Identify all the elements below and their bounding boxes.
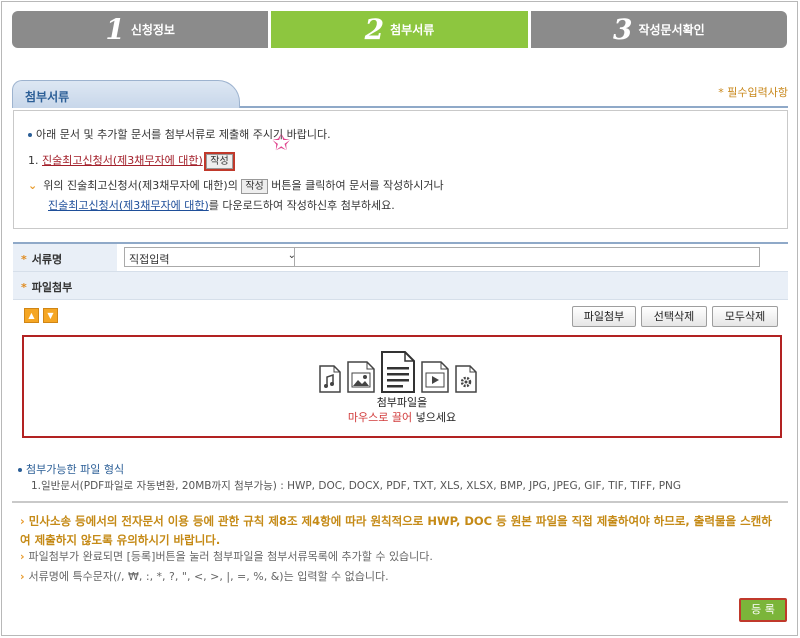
- info-box: 아래 문서 및 추가할 문서를 첨부서류로 제출해 주시기 바랍니다. 1. 진…: [13, 110, 788, 229]
- step-2-number: 2: [364, 13, 385, 46]
- item-prefix: 1.: [28, 154, 39, 167]
- note-2: › 서류명에 특수문자(/, ₩, :, *, ?, ", <, >, |, =,…: [20, 568, 389, 584]
- bullet-icon: [18, 468, 22, 472]
- guide-line-1: ⌄ 위의 진술최고신청서(제3채무자에 대한)의 작성 버튼을 클릭하여 문서를 …: [28, 177, 444, 194]
- file-attach-button[interactable]: 파일첨부: [572, 306, 636, 327]
- divider: [12, 501, 788, 503]
- note-1: › 파일첨부가 완료되면 [등록]버튼을 눌러 첨부파일을 첨부서류목록에 추가할…: [20, 548, 433, 564]
- formats-list: 1.일반문서(PDF파일로 자동변환, 20MB까지 첨부가능) : HWP, …: [31, 480, 682, 492]
- chevron-right-icon: ›: [20, 514, 25, 528]
- image-file-icon: [347, 361, 375, 393]
- star-icon: ✩: [272, 131, 291, 156]
- audio-file-icon: [319, 365, 341, 393]
- warning-note-text: 민사소송 등에서의 전자문서 이용 등에 관한 규칙 제8조 제4항에 따라 원…: [20, 514, 772, 547]
- note-2-text: 서류명에 특수문자(/, ₩, :, *, ?, ", <, >, |, =, …: [28, 570, 389, 583]
- doc-name-label: * 서류명: [13, 244, 117, 271]
- delete-selected-button[interactable]: 선택삭제: [641, 306, 707, 327]
- section-header: 첨부서류 * 필수입력사항: [12, 80, 788, 108]
- section-tab: 첨부서류: [12, 80, 240, 108]
- move-down-button[interactable]: ▼: [43, 308, 58, 323]
- doc-name-input[interactable]: [294, 247, 760, 267]
- move-up-button[interactable]: ▲: [24, 308, 39, 323]
- download-link[interactable]: 진술최고신청서(제3채무자에 대한): [48, 199, 209, 212]
- write-button-inline: 작성: [241, 179, 268, 194]
- step-3-label: 작성문서확인: [638, 23, 705, 37]
- drop-hint-line1: 첨부파일을: [376, 396, 428, 409]
- bullet-icon: [28, 133, 32, 137]
- guide-text-a: 위의 진술최고신청서(제3채무자에 대한)의: [43, 179, 238, 192]
- step-3-number: 3: [612, 13, 633, 46]
- drop-hint-line2: 마우스로 끌어 넣으세요: [24, 409, 780, 425]
- step-indicator: 1 신청정보 2 첨부서류 3 작성문서확인: [12, 11, 787, 48]
- required-note: * 필수입력사항: [718, 86, 788, 99]
- doc-name-row: * 서류명 직접입력 ⌄: [13, 244, 788, 272]
- file-drop-zone[interactable]: 첨부파일을 마우스로 끌어 넣으세요: [22, 335, 782, 438]
- guide-text-c: 를 다운로드하여 작성하신후 첨부하세요.: [208, 199, 395, 212]
- document-file-icon: [381, 351, 415, 393]
- doc-name-select[interactable]: 직접입력 ⌄: [124, 247, 302, 267]
- delete-all-button[interactable]: 모두삭제: [712, 306, 778, 327]
- guide-line-2: 진술최고신청서(제3채무자에 대한)를 다운로드하여 작성하신후 첨부하세요.: [48, 197, 395, 213]
- drop-hint-emphasis: 마우스로 끌어: [347, 411, 413, 424]
- doc-name-select-value: 직접입력: [129, 253, 170, 266]
- note-1-text: 파일첨부가 완료되면 [등록]버튼을 눌러 첨부파일을 첨부서류목록에 추가할 …: [28, 550, 433, 563]
- file-attach-label: * 파일첨부: [13, 272, 788, 299]
- warning-note: › 민사소송 등에서의 전자문서 이용 등에 관한 규칙 제8조 제4항에 따라 …: [20, 512, 780, 550]
- required-doc-link[interactable]: 진술최고신청서(제3채무자에 대한): [42, 154, 203, 167]
- step-1-label: 신청정보: [130, 23, 175, 37]
- chevron-right-icon: ›: [20, 570, 25, 583]
- formats-title-text: 첨부가능한 파일 형식: [26, 463, 125, 476]
- register-button[interactable]: 등 록: [739, 598, 787, 622]
- step-2-label: 첨부서류: [390, 23, 435, 37]
- step-1: 1 신청정보: [12, 11, 269, 48]
- step-1-number: 1: [105, 13, 125, 46]
- guide-text-b: 버튼을 클릭하여 문서를 작성하시거나: [271, 179, 444, 192]
- step-2: 2 첨부서류: [271, 11, 528, 48]
- settings-file-icon: [455, 365, 477, 393]
- file-attach-row: * 파일첨부: [13, 272, 788, 300]
- chevron-down-icon: ⌄: [28, 179, 38, 192]
- write-button[interactable]: 작성: [204, 152, 235, 171]
- step-3: 3 작성문서확인: [530, 11, 787, 48]
- document-form: * 서류명 직접입력 ⌄ * 파일첨부: [13, 242, 788, 300]
- file-type-icons: [319, 351, 477, 393]
- video-file-icon: [421, 361, 449, 393]
- formats-title: 첨부가능한 파일 형식: [18, 461, 124, 477]
- drop-hint-rest: 넣으세요: [412, 411, 457, 424]
- chevron-right-icon: ›: [20, 550, 25, 563]
- required-doc-item: 1. 진술최고신청서(제3채무자에 대한) 작성: [28, 152, 235, 171]
